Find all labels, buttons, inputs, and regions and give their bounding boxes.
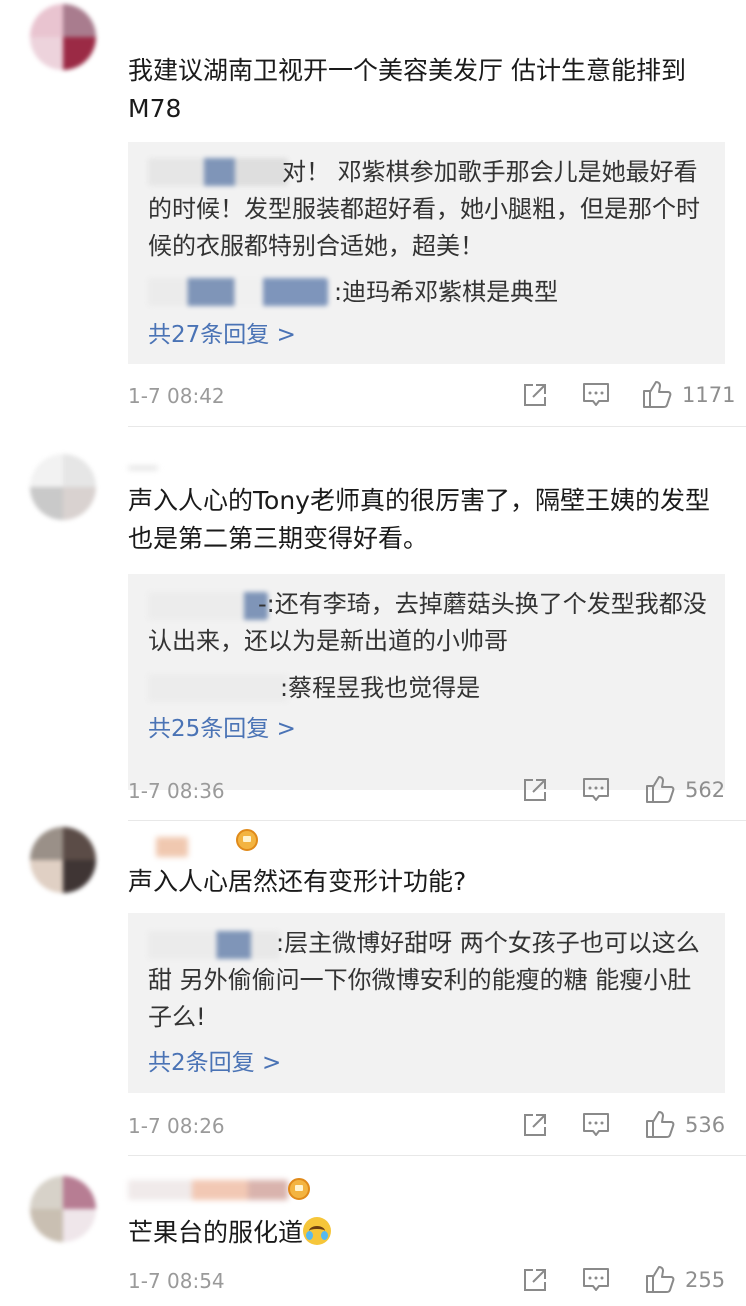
comment-item: 声入人心的Tony老师真的很厉害了，隔壁王姨的发型也是第二第三期变得好看。 -:… xyxy=(0,430,746,825)
divider xyxy=(128,1155,746,1156)
reply-text: :蔡程昱我也觉得是 xyxy=(280,674,481,702)
divider xyxy=(128,820,746,821)
timestamp: 1-7 08:26 xyxy=(128,1114,225,1138)
reply-text: :迪玛希邓紫棋是典型 xyxy=(334,278,559,306)
more-replies-link[interactable]: 共27条回复 > xyxy=(148,320,296,350)
thumbs-up-icon[interactable] xyxy=(645,1264,675,1294)
reply-text: 对！ 邓紫棋参加歌手那会儿是她最好看的时候！发型服装都超好看，她小腿粗，但是那个… xyxy=(148,158,700,260)
comment-icon[interactable] xyxy=(582,382,610,408)
comment-text: 芒果台的服化道 xyxy=(128,1214,728,1252)
comment-icon[interactable] xyxy=(582,777,610,803)
like-count: 255 xyxy=(685,1268,726,1292)
reply-text: :层主微博好甜呀 两个女孩子也可以这么甜 另外偷偷问一下你微博安利的能瘦的糖 能… xyxy=(148,929,700,1031)
reply-box[interactable]: 对！ 邓紫棋参加歌手那会儿是她最好看的时候！发型服装都超好看，她小腿粗，但是那个… xyxy=(128,142,725,364)
divider xyxy=(128,426,746,427)
like-count: 536 xyxy=(685,1113,726,1137)
reply-box[interactable]: :层主微博好甜呀 两个女孩子也可以这么甜 另外偷偷问一下你微博安利的能瘦的糖 能… xyxy=(128,913,725,1093)
comment-text: 声入人心居然还有变形计功能? xyxy=(128,867,467,896)
more-replies-link[interactable]: 共25条回复 > xyxy=(148,714,296,744)
comment-icon[interactable] xyxy=(582,1267,610,1293)
comment-text: 我建议湖南卫视开一个美容美发厅 估计生意能排到M78 xyxy=(128,56,686,123)
share-icon[interactable] xyxy=(522,1112,548,1138)
timestamp: 1-7 08:54 xyxy=(128,1269,225,1293)
comment-item: 声入人心居然还有变形计功能? :层主微博好甜呀 两个女孩子也可以这么甜 另外偷偷… xyxy=(0,825,746,1160)
laughing-crying-emoji-icon xyxy=(303,1217,332,1245)
comment-item: 芒果台的服化道 1-7 08:54 255 xyxy=(0,1160,746,1306)
thumbs-up-icon[interactable] xyxy=(645,774,675,804)
avatar[interactable] xyxy=(30,1176,96,1242)
crown-badge-icon xyxy=(288,1178,310,1200)
thumbs-up-icon[interactable] xyxy=(645,1109,675,1139)
like-count: 562 xyxy=(685,778,726,802)
comment-icon[interactable] xyxy=(582,1112,610,1138)
avatar[interactable] xyxy=(30,4,96,70)
share-icon[interactable] xyxy=(522,1267,548,1293)
share-icon[interactable] xyxy=(522,777,548,803)
timestamp: 1-7 08:42 xyxy=(128,384,225,408)
crown-badge-icon xyxy=(236,829,258,851)
comment-text: 声入人心的Tony老师真的很厉害了，隔壁王姨的发型也是第二第三期变得好看。 xyxy=(128,486,710,553)
avatar[interactable] xyxy=(30,827,96,893)
share-icon[interactable] xyxy=(522,382,548,408)
username-mask xyxy=(148,674,288,702)
reply-box[interactable]: -:还有李琦，去掉蘑菇头换了个发型我都没认出来，还以为是新出道的小帅哥 :蔡程昱… xyxy=(128,574,725,790)
more-replies-link[interactable]: 共2条回复 > xyxy=(148,1048,281,1078)
like-count: 1171 xyxy=(682,383,736,407)
username-mask xyxy=(156,837,188,857)
timestamp: 1-7 08:36 xyxy=(128,779,225,803)
username-mask xyxy=(128,1180,288,1200)
username-mask xyxy=(148,278,328,306)
thumbs-up-icon[interactable] xyxy=(642,379,672,409)
reply-text: -:还有李琦，去掉蘑菇头换了个发型我都没认出来，还以为是新出道的小帅哥 xyxy=(148,590,707,655)
username-mask xyxy=(128,466,158,470)
avatar[interactable] xyxy=(30,454,96,520)
comment-item: 我建议湖南卫视开一个美容美发厅 估计生意能排到M78 对！ 邓紫棋参加歌手那会儿… xyxy=(0,0,746,430)
